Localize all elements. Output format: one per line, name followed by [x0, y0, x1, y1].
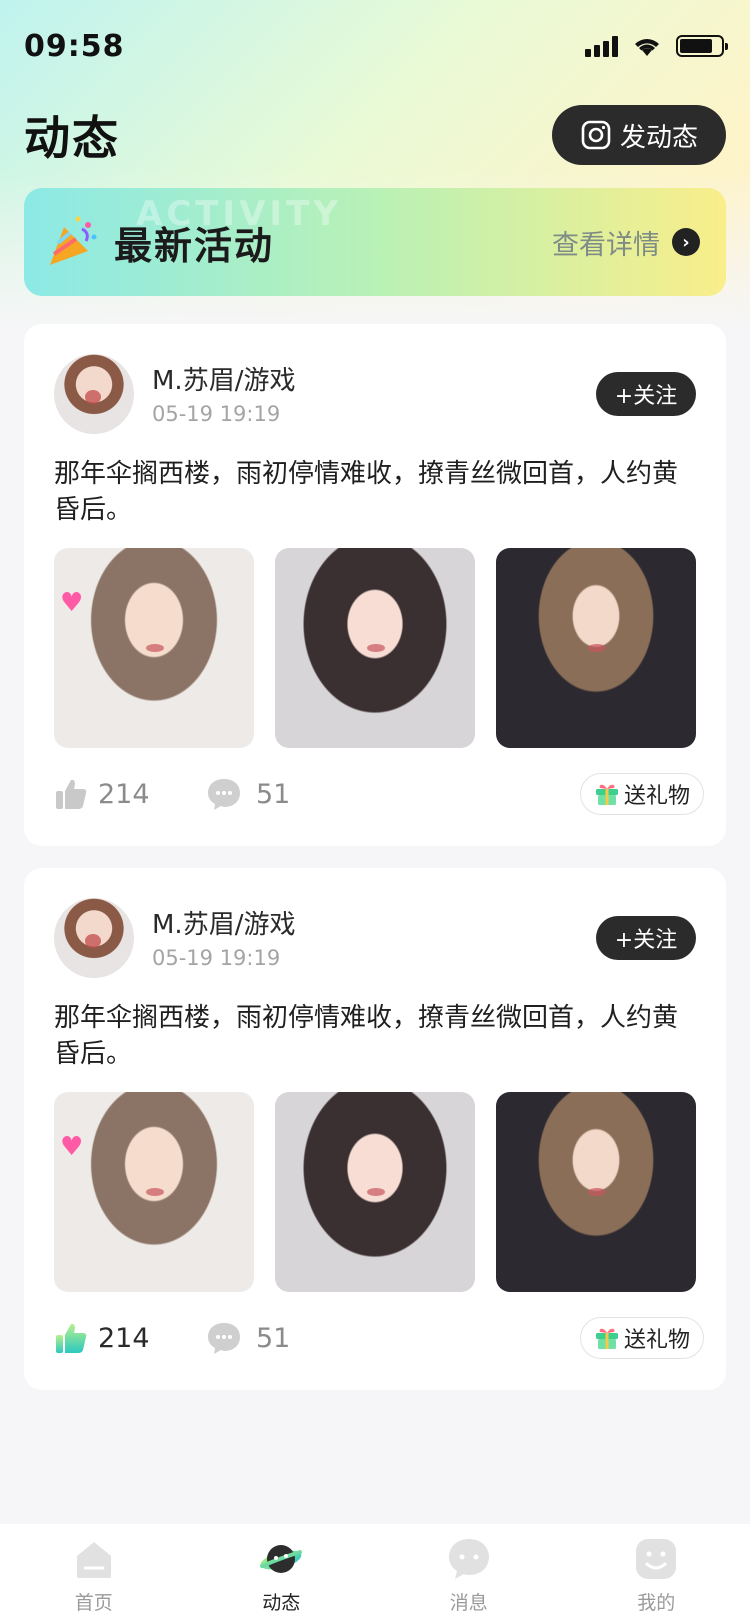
post-text: 那年伞搁西楼，雨初停情难收，撩青丝微回首，人约黄昏后。 — [54, 459, 679, 525]
comment-button[interactable]: 51 — [206, 1321, 290, 1355]
wifi-icon — [635, 39, 659, 56]
gift-icon — [595, 1328, 618, 1349]
activity-banner[interactable]: ACTIVITY 最新活动 查看详情 › — [24, 188, 726, 296]
status-icons — [585, 35, 728, 57]
tab-label: 首页 — [74, 1592, 113, 1614]
post-time: 05-19 19:19 — [152, 402, 281, 426]
banner-ghost-text: ACTIVITY — [136, 194, 342, 234]
home-icon — [76, 1542, 111, 1578]
page-header: 动态 发动态 — [0, 95, 750, 175]
page-title: 动态 — [24, 111, 120, 165]
tab-profile[interactable]: 我的 — [581, 1524, 731, 1615]
photo-grid: ♥ — [54, 548, 696, 748]
post-moment-label: 发动态 — [619, 122, 698, 153]
party-popper-icon — [50, 216, 97, 265]
banner-details-label: 查看详情 — [552, 229, 660, 261]
photo-detail — [367, 1188, 385, 1196]
chat-bubble-icon — [448, 1539, 489, 1579]
photo-detail — [588, 644, 606, 652]
post-photo[interactable]: ♥ — [54, 548, 254, 748]
post-photo[interactable] — [496, 1092, 696, 1292]
battery-icon — [676, 35, 728, 57]
post-actions: 214 51 送礼物 — [54, 1316, 704, 1360]
photo-detail — [146, 1188, 164, 1196]
post-photo[interactable] — [496, 548, 696, 748]
comment-bubble-icon — [208, 779, 240, 810]
avatar[interactable] — [54, 354, 134, 434]
gift-icon — [595, 784, 618, 805]
battery-level — [680, 39, 712, 53]
thumbs-up-icon — [56, 779, 87, 809]
post-time: 05-19 19:19 — [152, 946, 281, 970]
comment-count: 51 — [256, 778, 291, 810]
send-gift-button[interactable]: 送礼物 — [580, 773, 704, 815]
send-gift-button[interactable]: 送礼物 — [580, 1317, 704, 1359]
heart-sticker-icon: ♥ — [60, 588, 84, 618]
photo-grid: ♥ — [54, 1092, 696, 1292]
photo-detail — [588, 1188, 606, 1196]
photo-detail — [146, 644, 164, 652]
planet-icon — [260, 1545, 303, 1573]
bottom-tab-bar: 首页 动态 消息 我的 — [0, 1524, 750, 1624]
tab-moments[interactable]: 动态 — [206, 1524, 356, 1615]
status-time: 09:58 — [24, 28, 125, 64]
tab-label: 我的 — [637, 1592, 676, 1614]
chevron-right-icon: › — [672, 228, 700, 256]
post-moment-button[interactable]: 发动态 — [552, 105, 726, 165]
follow-button[interactable]: +关注 — [596, 916, 696, 960]
post-photo[interactable] — [275, 1092, 475, 1292]
tab-label: 消息 — [449, 1592, 488, 1614]
thumbs-up-active-icon — [56, 1323, 87, 1353]
post-card: M.苏眉/游戏 05-19 19:19 +关注 那年伞搁西楼，雨初停情难收，撩青… — [24, 324, 726, 846]
post-text: 那年伞搁西楼，雨初停情难收，撩青丝微回首，人约黄昏后。 — [54, 1003, 679, 1069]
post-photo[interactable]: ♥ — [54, 1092, 254, 1292]
heart-sticker-icon: ♥ — [60, 1132, 84, 1162]
send-gift-label: 送礼物 — [623, 784, 690, 809]
status-bar: 09:58 — [0, 0, 750, 92]
tab-label: 动态 — [262, 1592, 301, 1614]
cellular-signal-icon — [585, 35, 618, 57]
banner-details-link[interactable]: 查看详情 › — [552, 223, 700, 262]
avatar[interactable] — [54, 898, 134, 978]
comment-button[interactable]: 51 — [206, 777, 290, 811]
photo-detail — [367, 644, 385, 652]
user-name[interactable]: M.苏眉/游戏 — [152, 904, 295, 941]
like-count: 214 — [98, 1322, 150, 1354]
smiley-icon — [636, 1539, 677, 1579]
like-button[interactable]: 214 — [54, 1321, 206, 1355]
follow-button[interactable]: +关注 — [596, 372, 696, 416]
camera-icon — [581, 120, 611, 150]
user-name[interactable]: M.苏眉/游戏 — [152, 360, 295, 397]
tab-messages[interactable]: 消息 — [394, 1524, 544, 1615]
moments-feed: M.苏眉/游戏 05-19 19:19 +关注 那年伞搁西楼，雨初停情难收，撩青… — [24, 324, 726, 1412]
post-photo[interactable] — [275, 548, 475, 748]
like-count: 214 — [98, 778, 150, 810]
send-gift-label: 送礼物 — [623, 1328, 690, 1353]
comment-bubble-icon — [208, 1323, 240, 1354]
post-actions: 214 51 送礼物 — [54, 772, 704, 816]
comment-count: 51 — [256, 1322, 291, 1354]
like-button[interactable]: 214 — [54, 777, 206, 811]
post-card: M.苏眉/游戏 05-19 19:19 +关注 那年伞搁西楼，雨初停情难收，撩青… — [24, 868, 726, 1390]
tab-home[interactable]: 首页 — [19, 1524, 169, 1615]
